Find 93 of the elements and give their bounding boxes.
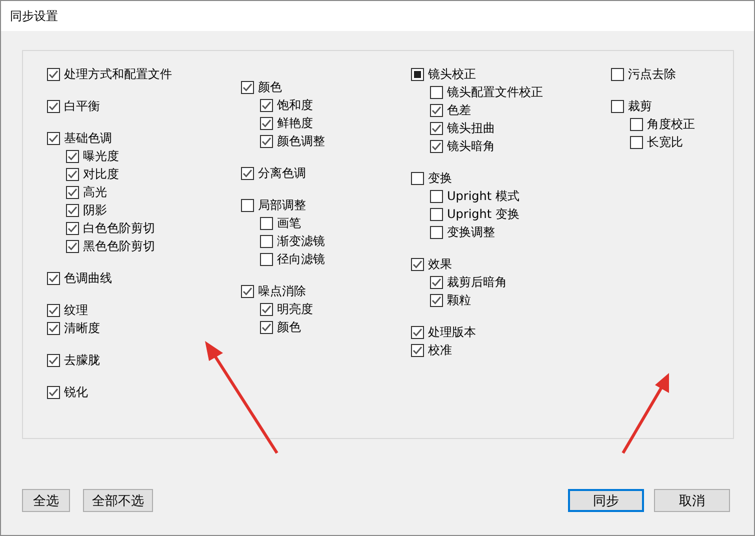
checkbox[interactable] bbox=[630, 118, 643, 130]
option-label: 鲜艳度 bbox=[277, 114, 313, 132]
option-label: 变换 bbox=[428, 170, 452, 186]
option-label: 镜头校正 bbox=[428, 66, 476, 82]
option-label: 饱和度 bbox=[277, 96, 313, 114]
option-label: 噪点消除 bbox=[258, 282, 306, 300]
checkbox[interactable] bbox=[630, 136, 643, 148]
checkbox[interactable] bbox=[47, 304, 60, 316]
option-label: 校准 bbox=[428, 342, 452, 358]
option-label: 对比度 bbox=[83, 166, 119, 182]
dialog-button[interactable]: 取消 bbox=[654, 489, 730, 512]
checkbox[interactable] bbox=[260, 134, 273, 148]
dialog-button[interactable]: 同步 bbox=[568, 489, 644, 512]
checkbox[interactable] bbox=[241, 80, 254, 94]
option-label: 径向滤镜 bbox=[277, 250, 325, 268]
checkbox[interactable] bbox=[411, 258, 424, 270]
option-label: 镜头扭曲 bbox=[447, 120, 495, 136]
option-label: 镜头配置文件校正 bbox=[447, 84, 543, 100]
checkbox[interactable] bbox=[241, 166, 254, 180]
option-label: 白色色阶剪切 bbox=[83, 220, 155, 236]
checkbox[interactable] bbox=[47, 354, 60, 366]
checkbox[interactable] bbox=[66, 150, 79, 162]
option-label: 锐化 bbox=[64, 384, 88, 400]
checkbox[interactable] bbox=[260, 116, 273, 130]
checkbox[interactable] bbox=[241, 284, 254, 298]
checkbox[interactable] bbox=[430, 190, 443, 202]
option-label: 曝光度 bbox=[83, 148, 119, 164]
option-label: 颜色 bbox=[258, 78, 282, 96]
option-label: 去朦胧 bbox=[64, 352, 100, 368]
option-label: 变换调整 bbox=[447, 224, 495, 240]
checkbox[interactable] bbox=[66, 186, 79, 198]
option-label: 高光 bbox=[83, 184, 107, 200]
option-label: 裁剪 bbox=[628, 98, 652, 114]
option-label: 画笔 bbox=[277, 214, 301, 232]
checkbox[interactable] bbox=[47, 322, 60, 334]
option-label: 颜色 bbox=[277, 318, 301, 336]
checkbox[interactable] bbox=[430, 140, 443, 152]
checkbox[interactable] bbox=[47, 68, 60, 80]
checkbox[interactable] bbox=[430, 104, 443, 116]
checkbox[interactable] bbox=[66, 240, 79, 252]
checkbox[interactable] bbox=[260, 234, 273, 248]
checkbox[interactable] bbox=[611, 68, 624, 80]
option-label: 明亮度 bbox=[277, 300, 313, 318]
checkbox[interactable] bbox=[430, 294, 443, 306]
checkbox[interactable] bbox=[411, 68, 424, 80]
checkbox[interactable] bbox=[47, 386, 60, 398]
checkbox[interactable] bbox=[260, 302, 273, 316]
checkbox[interactable] bbox=[411, 326, 424, 338]
option-label: 颗粒 bbox=[447, 292, 471, 308]
dialog-button[interactable]: 全选 bbox=[22, 489, 70, 512]
checkbox[interactable] bbox=[66, 204, 79, 216]
option-label: 渐变滤镜 bbox=[277, 232, 325, 250]
option-label: Upright 模式 bbox=[447, 188, 520, 204]
option-label: 白平衡 bbox=[64, 98, 100, 114]
checkbox[interactable] bbox=[260, 216, 273, 230]
checkbox[interactable] bbox=[430, 122, 443, 134]
option-label: 清晰度 bbox=[64, 320, 100, 336]
option-label: 基础色调 bbox=[64, 130, 112, 146]
checkbox[interactable] bbox=[611, 100, 624, 112]
checkbox[interactable] bbox=[241, 198, 254, 212]
checkbox[interactable] bbox=[430, 208, 443, 220]
checkbox[interactable] bbox=[260, 98, 273, 112]
checkbox[interactable] bbox=[47, 132, 60, 144]
option-label: 色差 bbox=[447, 102, 471, 118]
option-label: 纹理 bbox=[64, 302, 88, 318]
option-label: 处理方式和配置文件 bbox=[64, 66, 172, 82]
option-label: 裁剪后暗角 bbox=[447, 274, 507, 290]
option-label: 处理版本 bbox=[428, 324, 476, 340]
checkbox[interactable] bbox=[430, 226, 443, 238]
option-label: 颜色调整 bbox=[277, 132, 325, 150]
checkbox[interactable] bbox=[47, 272, 60, 284]
window-title: 同步设置 bbox=[10, 8, 58, 24]
option-label: Upright 变换 bbox=[447, 206, 520, 222]
option-label: 色调曲线 bbox=[64, 270, 112, 286]
option-label: 镜头暗角 bbox=[447, 138, 495, 154]
checkbox[interactable] bbox=[47, 100, 60, 112]
checkbox[interactable] bbox=[411, 172, 424, 184]
option-label: 角度校正 bbox=[647, 116, 695, 132]
option-label: 长宽比 bbox=[647, 134, 683, 150]
checkbox[interactable] bbox=[66, 168, 79, 180]
option-label: 阴影 bbox=[83, 202, 107, 218]
option-label: 黑色色阶剪切 bbox=[83, 238, 155, 254]
dialog-button[interactable]: 全部不选 bbox=[83, 489, 153, 512]
checkbox[interactable] bbox=[430, 276, 443, 288]
option-label: 分离色调 bbox=[258, 164, 306, 182]
checkbox[interactable] bbox=[411, 344, 424, 356]
option-label: 效果 bbox=[428, 256, 452, 272]
checkbox[interactable] bbox=[260, 252, 273, 266]
option-label: 污点去除 bbox=[628, 66, 676, 82]
checkbox[interactable] bbox=[430, 86, 443, 98]
checkbox[interactable] bbox=[260, 320, 273, 334]
checkbox[interactable] bbox=[66, 222, 79, 234]
option-label: 局部调整 bbox=[258, 196, 306, 214]
